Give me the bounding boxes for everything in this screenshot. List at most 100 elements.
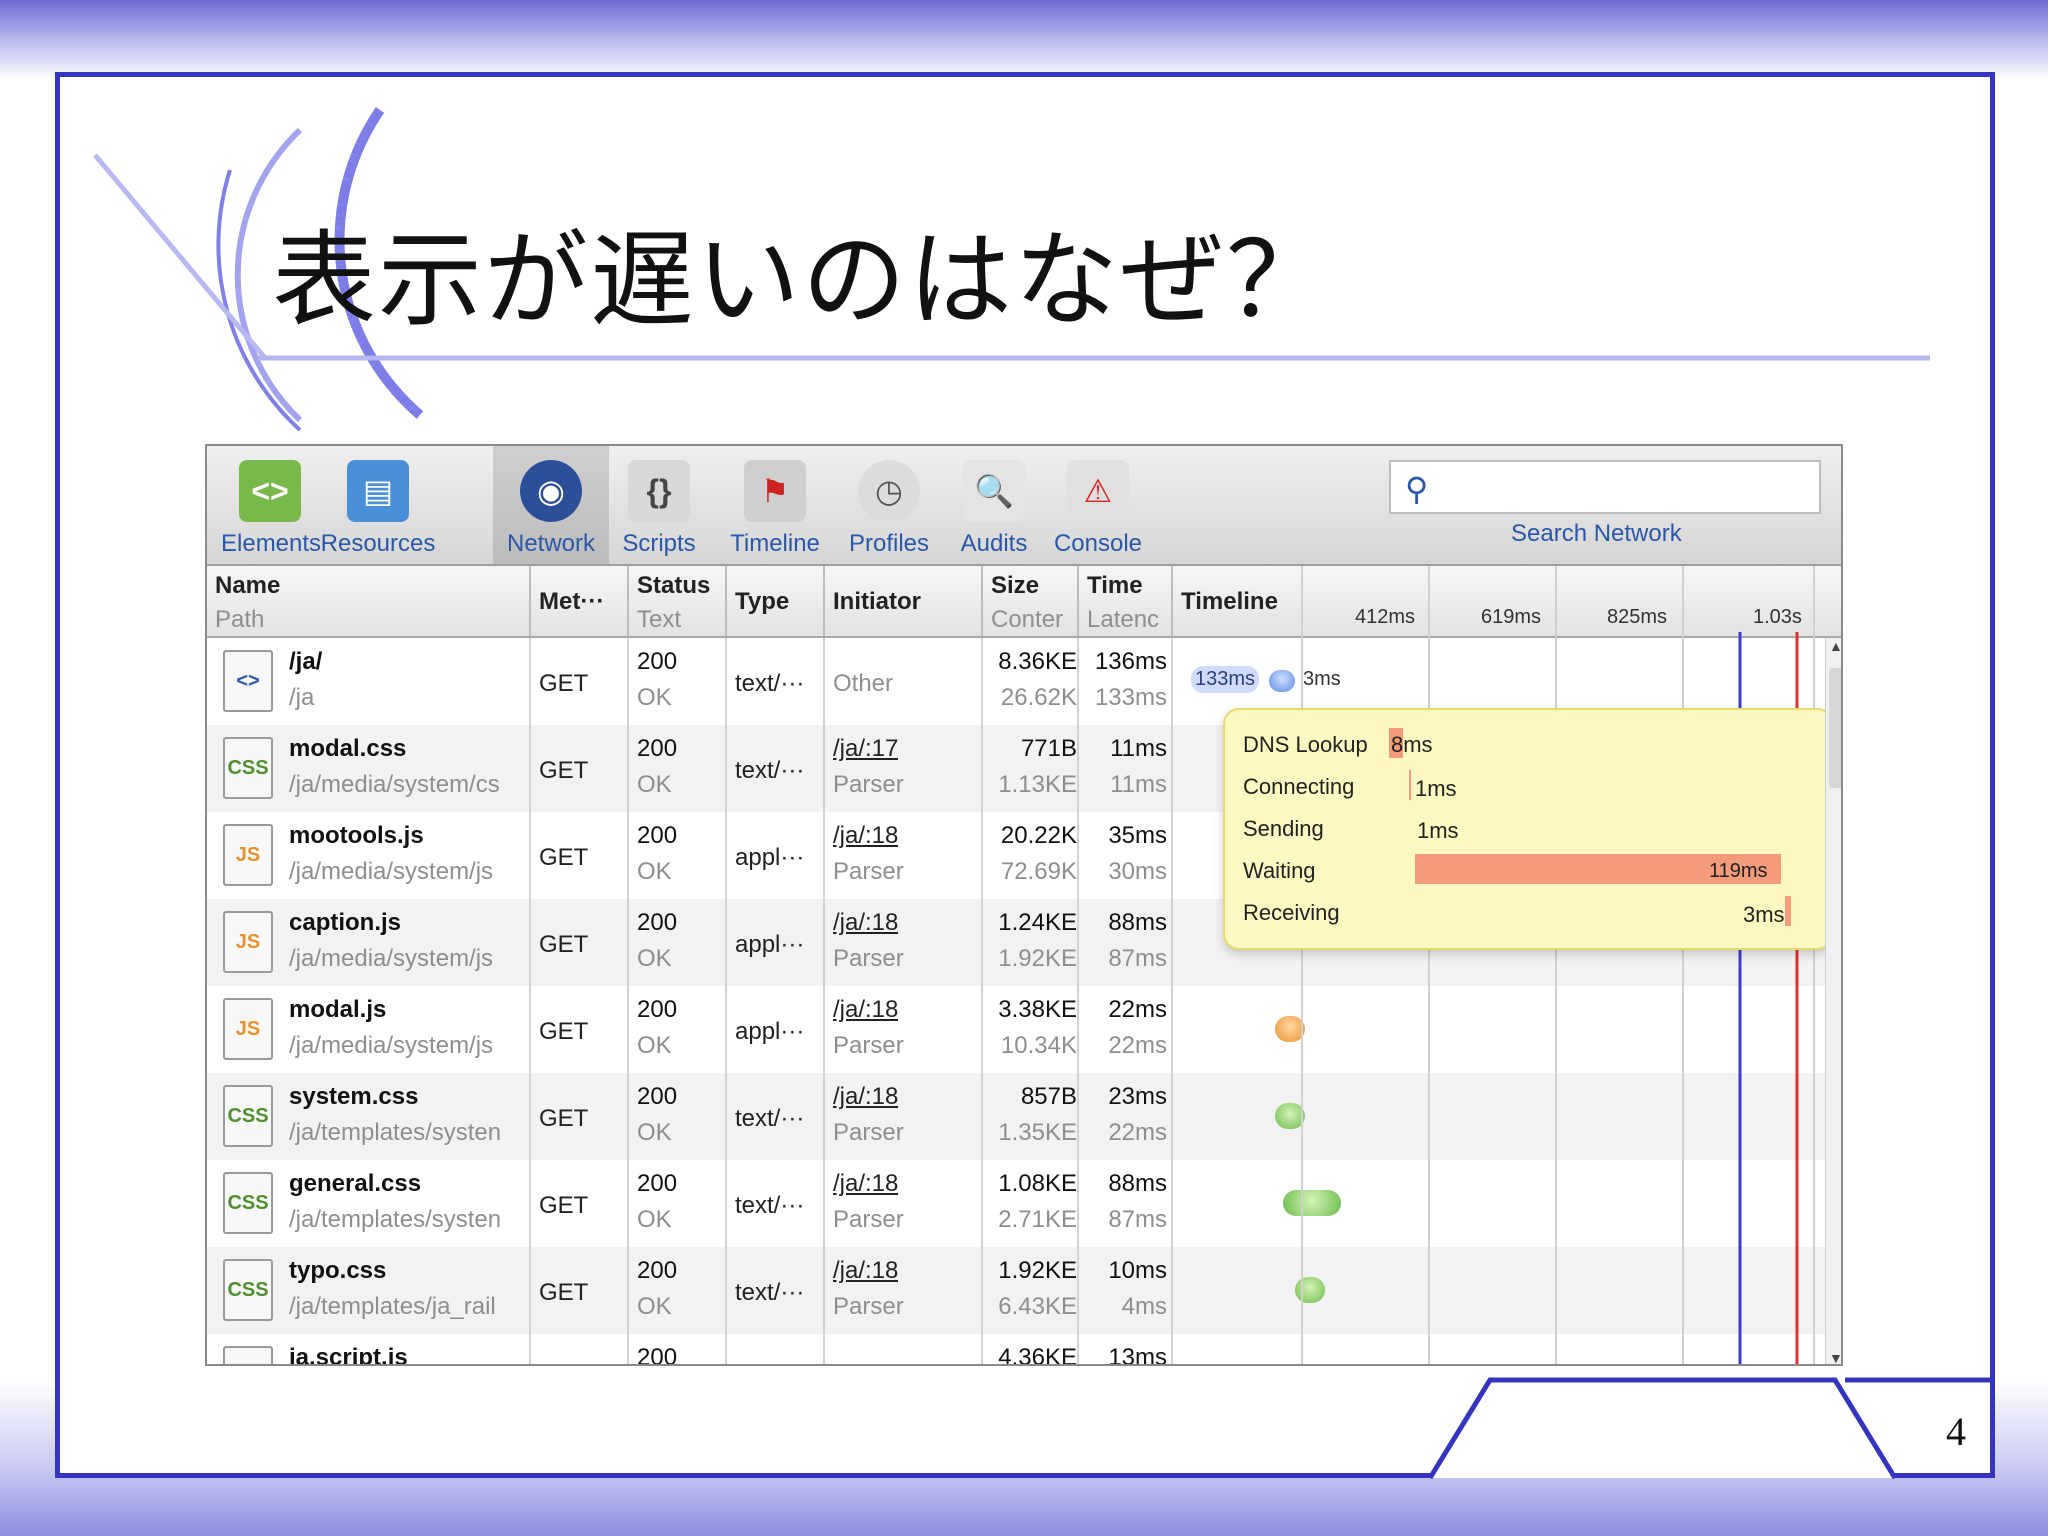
size-cell: 771B 1.13KE [983, 725, 1079, 812]
request-row[interactable]: CSS system.css/ja/templates/systen GET 200 O… [207, 1073, 1825, 1160]
status-cell: 200 OK [629, 1160, 727, 1247]
slide-title: 表示が遅いのはなぜ？ [272, 219, 1333, 341]
column-time[interactable]: Time Latenc [1079, 566, 1173, 636]
initiator-cell: /ja/:18 Parser [825, 899, 983, 986]
request-latency: 30ms [1108, 858, 1167, 885]
status-code: 200 [637, 1083, 678, 1110]
tab-resources[interactable]: ▤ Resources [319, 446, 437, 564]
tab-elements[interactable]: <> Elements [221, 446, 321, 564]
css-file-icon: CSS [223, 1259, 273, 1321]
request-latency: 133ms [1094, 684, 1167, 711]
column-initiator[interactable]: Initiator [825, 566, 983, 636]
request-method: GET [539, 1105, 589, 1132]
request-time: 22ms [1108, 996, 1167, 1023]
mime-type: text/··· [735, 757, 805, 784]
receiving-label: Receiving [1243, 900, 1340, 925]
js-file-icon: JS [223, 911, 273, 973]
request-row[interactable]: JS modal.js/ja/media/system/js GET 200 OK app… [207, 986, 1825, 1073]
tab-profiles[interactable]: ◷ Profiles [839, 446, 939, 564]
transfer-size: 857B [1020, 1083, 1077, 1110]
tab-label: Resources [320, 530, 436, 557]
request-time: 11ms [1110, 735, 1167, 762]
initiator-link[interactable]: /ja/:18 [833, 1257, 898, 1285]
initiator-link[interactable]: /ja/:18 [833, 996, 898, 1024]
initiator-cell: /ja/:18 [825, 1334, 983, 1364]
column-type[interactable]: Type [727, 566, 825, 636]
method-cell: GET [531, 1247, 629, 1334]
status-text: OK [637, 771, 672, 798]
method-cell: GET [531, 638, 629, 725]
column-status[interactable]: Status Text [629, 566, 727, 636]
content-size: 72.69K [1000, 858, 1077, 885]
initiator-link[interactable]: /ja/:18 [833, 1083, 898, 1111]
initiator-cell: /ja/:18 Parser [825, 1247, 983, 1334]
column-size[interactable]: Size Conter [983, 566, 1079, 636]
request-method: GET [539, 1192, 589, 1219]
column-name[interactable]: Name Path [207, 566, 531, 636]
dns-lookup-label: DNS Lookup [1243, 732, 1368, 757]
initiator-type: Parser [833, 1206, 904, 1233]
tab-network[interactable]: ◉ Network [493, 446, 609, 564]
initiator-link[interactable]: /ja/:18 [833, 1170, 898, 1198]
content-size: 1.35KE [998, 1119, 1077, 1146]
status-cell: 200 OK [629, 1073, 727, 1160]
scroll-down-arrow-icon[interactable]: ▼ [1829, 1350, 1841, 1364]
timeline-bar[interactable] [1275, 1103, 1305, 1129]
status-cell: 200 OK [629, 725, 727, 812]
mime-type: appl··· [735, 844, 805, 871]
timeline-bar[interactable] [1295, 1277, 1325, 1303]
tab-console[interactable]: ⚠ Console [1049, 446, 1147, 564]
request-row[interactable]: CSS typo.css/ja/templates/ja_rail GET 200 OK… [207, 1247, 1825, 1334]
initiator-type: Parser [833, 1032, 904, 1059]
timeline-bar[interactable]: 133ms 3ms [1191, 664, 1371, 698]
request-method: GET [539, 931, 589, 958]
initiator-link[interactable]: /ja/:18 [833, 909, 898, 937]
initiator-link: Other [833, 670, 894, 697]
search-input[interactable]: ⚲ [1389, 460, 1821, 514]
timeline-bar[interactable] [1283, 1190, 1341, 1216]
waiting-label: Waiting [1243, 858, 1316, 883]
connecting-value: 1ms [1415, 776, 1457, 801]
timeline-tick: 412ms [1355, 606, 1416, 628]
name-cell: <> /ja/ /ja [207, 638, 531, 725]
tab-timeline[interactable]: ⚑ Timeline [723, 446, 827, 564]
name-cell: CSS general.css/ja/templates/systen [207, 1160, 531, 1247]
type-cell: appl··· [727, 986, 825, 1073]
timeline-bar[interactable] [1297, 1364, 1327, 1366]
request-name: general.css [289, 1170, 422, 1197]
type-cell: text/··· [727, 1247, 825, 1334]
request-method: GET [539, 757, 589, 784]
receiving-value: 3ms [1743, 902, 1785, 927]
tab-scripts[interactable]: {} Scripts [611, 446, 707, 564]
resources-icon: ▤ [347, 460, 409, 522]
column-method[interactable]: Met··· [531, 566, 629, 636]
method-cell: GET [531, 812, 629, 899]
request-row[interactable]: JS ja.script.js GET 200 appl···/ja/:18 4.36KE… [207, 1334, 1825, 1366]
initiator-type: Parser [833, 1293, 904, 1320]
vertical-scrollbar[interactable]: ▲ ▼ [1825, 638, 1841, 1364]
status-code: 200 [637, 1170, 678, 1197]
status-text: OK [637, 684, 672, 711]
tab-label: Profiles [848, 530, 930, 557]
method-cell: GET [531, 899, 629, 986]
column-header: Name Path Met··· Status Text Type Initia… [207, 566, 1841, 638]
initiator-link[interactable]: /ja/:17 [833, 735, 898, 763]
initiator-cell: /ja/:18 Parser [825, 812, 983, 899]
request-time: 35ms [1108, 822, 1167, 849]
tab-audits[interactable]: 🔍 Audits [951, 446, 1037, 564]
request-path: /ja/templates/ja_rail [289, 1293, 496, 1320]
initiator-link[interactable]: /ja/:18 [833, 822, 898, 850]
time-cell: 88ms 87ms [1079, 899, 1173, 986]
request-row[interactable]: CSS general.css/ja/templates/systen GET 200… [207, 1160, 1825, 1247]
status-code: 200 [637, 735, 678, 762]
transfer-size: 3.38KE [998, 996, 1077, 1023]
scroll-thumb[interactable] [1829, 668, 1841, 788]
status-cell: 200 OK [629, 812, 727, 899]
request-method: GET [539, 670, 589, 697]
transfer-size: 1.92KE [998, 1257, 1077, 1284]
column-timeline[interactable]: Timeline 412ms 619ms 825ms 1.03s [1173, 566, 1841, 636]
scroll-up-arrow-icon[interactable]: ▲ [1829, 638, 1841, 654]
timeline-bar[interactable] [1275, 1016, 1305, 1042]
timeline-tick: 825ms [1607, 606, 1668, 628]
request-name: mootools.js [289, 822, 424, 849]
